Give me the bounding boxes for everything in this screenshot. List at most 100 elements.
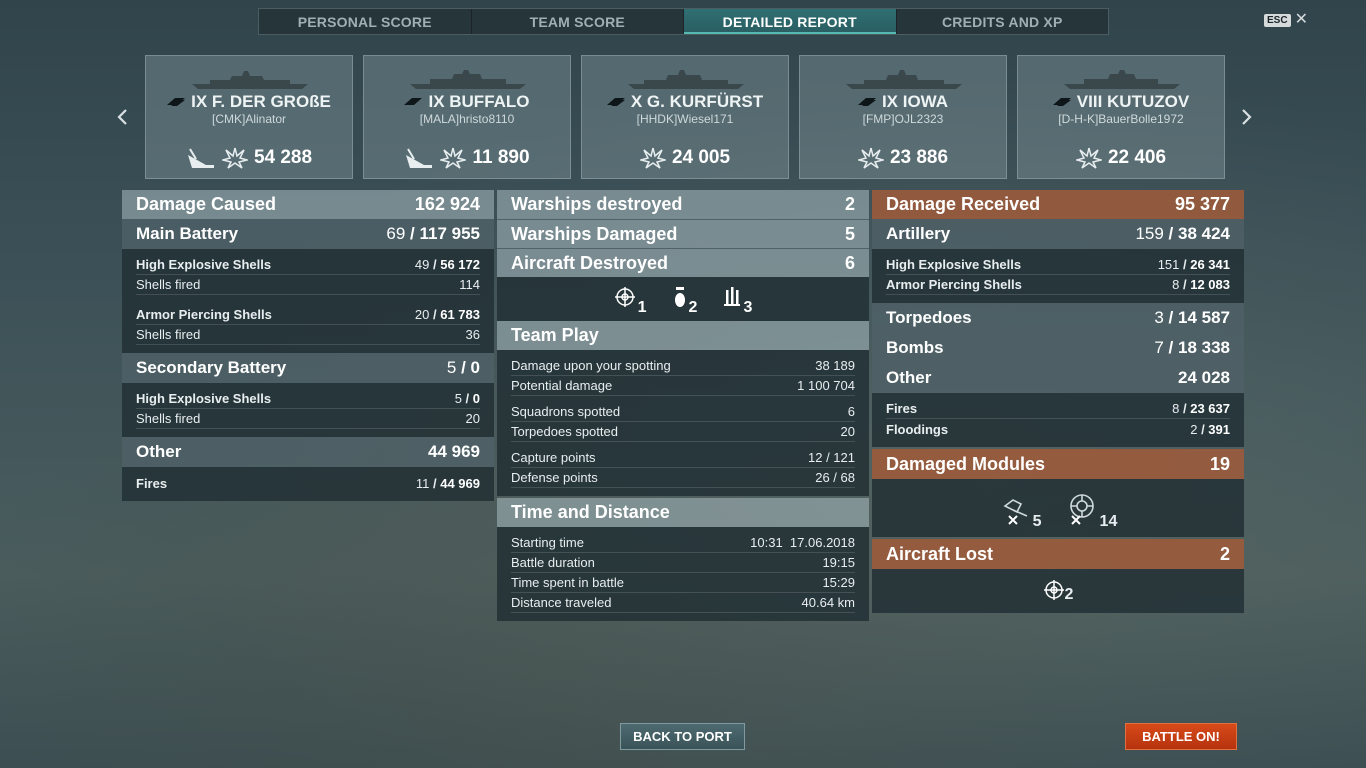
bomber-icon xyxy=(674,287,685,307)
other-caused-header: Other 44 969 xyxy=(122,437,494,467)
damage-received-header: Damage Received 95 377 xyxy=(872,190,1244,219)
section-title: Other xyxy=(136,442,182,461)
ship-card[interactable]: IX F. DER GROßE [CMK]Alinator 54 288 xyxy=(145,55,353,179)
tab-detailed-report[interactable]: DETAILED REPORT xyxy=(684,9,897,34)
other-received-details: Fires 8 / 23 637 Floodings 2 / 391 xyxy=(872,393,1244,447)
ship-silhouette-icon xyxy=(192,71,308,89)
chevron-right-icon xyxy=(1242,109,1252,125)
ship-name: IX BUFFALO xyxy=(428,92,530,111)
hits-value: 69 xyxy=(386,224,406,243)
section-title: Main Battery xyxy=(136,224,239,243)
chevron-left-icon xyxy=(117,109,127,125)
ship-name: IX F. DER GROßE xyxy=(191,92,331,111)
ship-card[interactable]: X G. KURFÜRST [HHDK]Wiesel171 24 005 xyxy=(581,55,789,179)
ship-card[interactable]: IX IOWA [FMP]OJL2323 23 886 xyxy=(799,55,1007,179)
stat-row: Shells fired 20 xyxy=(136,409,480,429)
damage-caused-header: Damage Caused 162 924 xyxy=(122,190,494,219)
fighter-icon xyxy=(614,287,635,307)
cruiser-class-icon xyxy=(404,98,423,105)
main-battery-header: Main Battery 69 / 117 955 xyxy=(122,219,494,249)
stat-row: Time spent in battle 15:29 xyxy=(511,573,855,593)
stat-row: Armor Piercing Shells 20 / 61 783 xyxy=(136,305,480,325)
turret-damaged-icon xyxy=(1003,499,1027,525)
battleship-class-icon xyxy=(167,98,186,106)
stat-row: Distance traveled 40.64 km xyxy=(511,593,855,613)
warships-destroyed-row: Warships destroyed 2 xyxy=(497,190,869,219)
tab-bar: PERSONAL SCORE TEAM SCORE DETAILED REPOR… xyxy=(258,8,1109,35)
stat-row: Capture points 12 / 121 xyxy=(511,448,855,468)
stat-row: High Explosive Shells 5 / 0 xyxy=(136,389,480,409)
player-name: [HHDK]Wiesel171 xyxy=(636,112,734,126)
stat-row: Potential damage 1 100 704 xyxy=(511,376,855,396)
artillery-details: High Explosive Shells 151 / 26 341 Armor … xyxy=(872,249,1244,303)
bombs-header: Bombs 7 / 18 338 xyxy=(872,333,1244,363)
close-button[interactable]: ESC ✕ xyxy=(1264,11,1308,28)
time-distance-header: Time and Distance xyxy=(497,498,869,527)
cruiser-class-icon xyxy=(1052,98,1071,106)
stat-row: Starting time 10:31 17.06.2018 xyxy=(511,533,855,553)
carousel-next-button[interactable] xyxy=(1239,106,1255,128)
tab-team-score[interactable]: TEAM SCORE xyxy=(472,9,684,34)
stat-row: Armor Piercing Shells 8 / 12 083 xyxy=(886,275,1230,295)
tab-credits-and-xp[interactable]: CREDITS AND XP xyxy=(897,9,1109,34)
stat-row: Fires 8 / 23 637 xyxy=(886,399,1230,419)
engine-damaged-icon xyxy=(1069,494,1094,525)
battle-on-button[interactable]: BATTLE ON! xyxy=(1125,723,1237,750)
player-name: [CMK]Alinator xyxy=(211,112,287,126)
aircraft-lost-count: 2 xyxy=(1064,586,1074,603)
damaged-modules-header: Damaged Modules 19 xyxy=(872,449,1244,479)
team-play-header: Team Play xyxy=(497,321,869,350)
secondary-battery-details: High Explosive Shells 5 / 0 Shells fired 2… xyxy=(122,383,494,437)
other-received-header: Other 24 028 xyxy=(872,363,1244,393)
back-to-port-button[interactable]: BACK TO PORT xyxy=(620,723,745,750)
stat-row: Damage upon your spotting 38 189 xyxy=(511,356,855,376)
stat-row: Fires 11 / 44 969 xyxy=(136,475,480,491)
ship-silhouette-icon xyxy=(846,70,962,89)
esc-key-hint: ESC xyxy=(1264,13,1291,27)
explosion-icon xyxy=(639,147,666,169)
ship-damage-value: 23 886 xyxy=(889,147,949,168)
other-caused-details: Fires 11 / 44 969 xyxy=(122,467,494,501)
player-name: [MALA]hristo8110 xyxy=(419,112,515,126)
damage-received-panel: Damage Received 95 377 Artillery 159 / 38… xyxy=(872,190,1244,613)
battleship-class-icon xyxy=(606,98,625,106)
ship-card[interactable]: IX BUFFALO [MALA]hristo8110 11 890 xyxy=(363,55,571,179)
stat-row: Battle duration 19:15 xyxy=(511,553,855,573)
explosion-icon xyxy=(857,147,884,169)
battleship-class-icon xyxy=(857,98,876,106)
ship-name: X G. KURFÜRST xyxy=(630,92,764,111)
time-distance-details: Starting time 10:31 17.06.2018 Battle dur… xyxy=(497,527,869,621)
warships-damaged-row: Warships Damaged 5 xyxy=(497,219,869,248)
ship-sunk-icon xyxy=(406,148,433,168)
damage-value: 117 955 xyxy=(419,224,480,243)
fighter-icon xyxy=(1043,580,1064,600)
section-title: Damage Caused xyxy=(136,194,277,214)
close-icon: ✕ xyxy=(1294,11,1308,28)
stat-row: Floodings 2 / 391 xyxy=(886,421,1230,437)
ship-silhouette-icon xyxy=(410,70,526,89)
tab-personal-score[interactable]: PERSONAL SCORE xyxy=(259,9,472,34)
ship-name: VIII KUTUZOV xyxy=(1076,92,1190,111)
stat-row: High Explosive Shells 151 / 26 341 xyxy=(886,255,1230,275)
carousel-prev-button[interactable] xyxy=(114,106,130,128)
ship-silhouette-icon xyxy=(628,70,744,89)
explosion-icon xyxy=(440,147,467,169)
stat-row: High Explosive Shells 49 / 56 172 xyxy=(136,255,480,275)
main-battery-details: High Explosive Shells 49 / 56 172 Shells … xyxy=(122,249,494,353)
explosion-icon xyxy=(221,147,248,169)
stat-row: Squadrons spotted 6 xyxy=(511,402,855,422)
torpedo-bomber-icon xyxy=(724,287,741,306)
team-play-details: Damage upon your spotting 38 189 Potentia… xyxy=(497,350,869,496)
aircraft-lost-header: Aircraft Lost 2 xyxy=(872,539,1244,569)
aircraft-lost-icons: 2 xyxy=(872,569,1244,613)
aircraft-destroyed-icons: 1 2 3 xyxy=(497,277,869,321)
section-title: Secondary Battery xyxy=(136,358,287,377)
ship-damage-value: 24 005 xyxy=(671,147,731,168)
ship-sunk-icon xyxy=(187,148,214,168)
ship-carousel: IX F. DER GROßE [CMK]Alinator 54 288 IX … xyxy=(145,55,1225,179)
section-total: 44 969 xyxy=(428,442,480,461)
stat-row: Defense points 26 / 68 xyxy=(511,468,855,488)
torpedoes-header: Torpedoes 3 / 14 587 xyxy=(872,303,1244,333)
ship-card[interactable]: VIII KUTUZOV [D-H-K]BauerBolle1972 22 40… xyxy=(1017,55,1225,179)
player-name: [FMP]OJL2323 xyxy=(862,112,944,126)
